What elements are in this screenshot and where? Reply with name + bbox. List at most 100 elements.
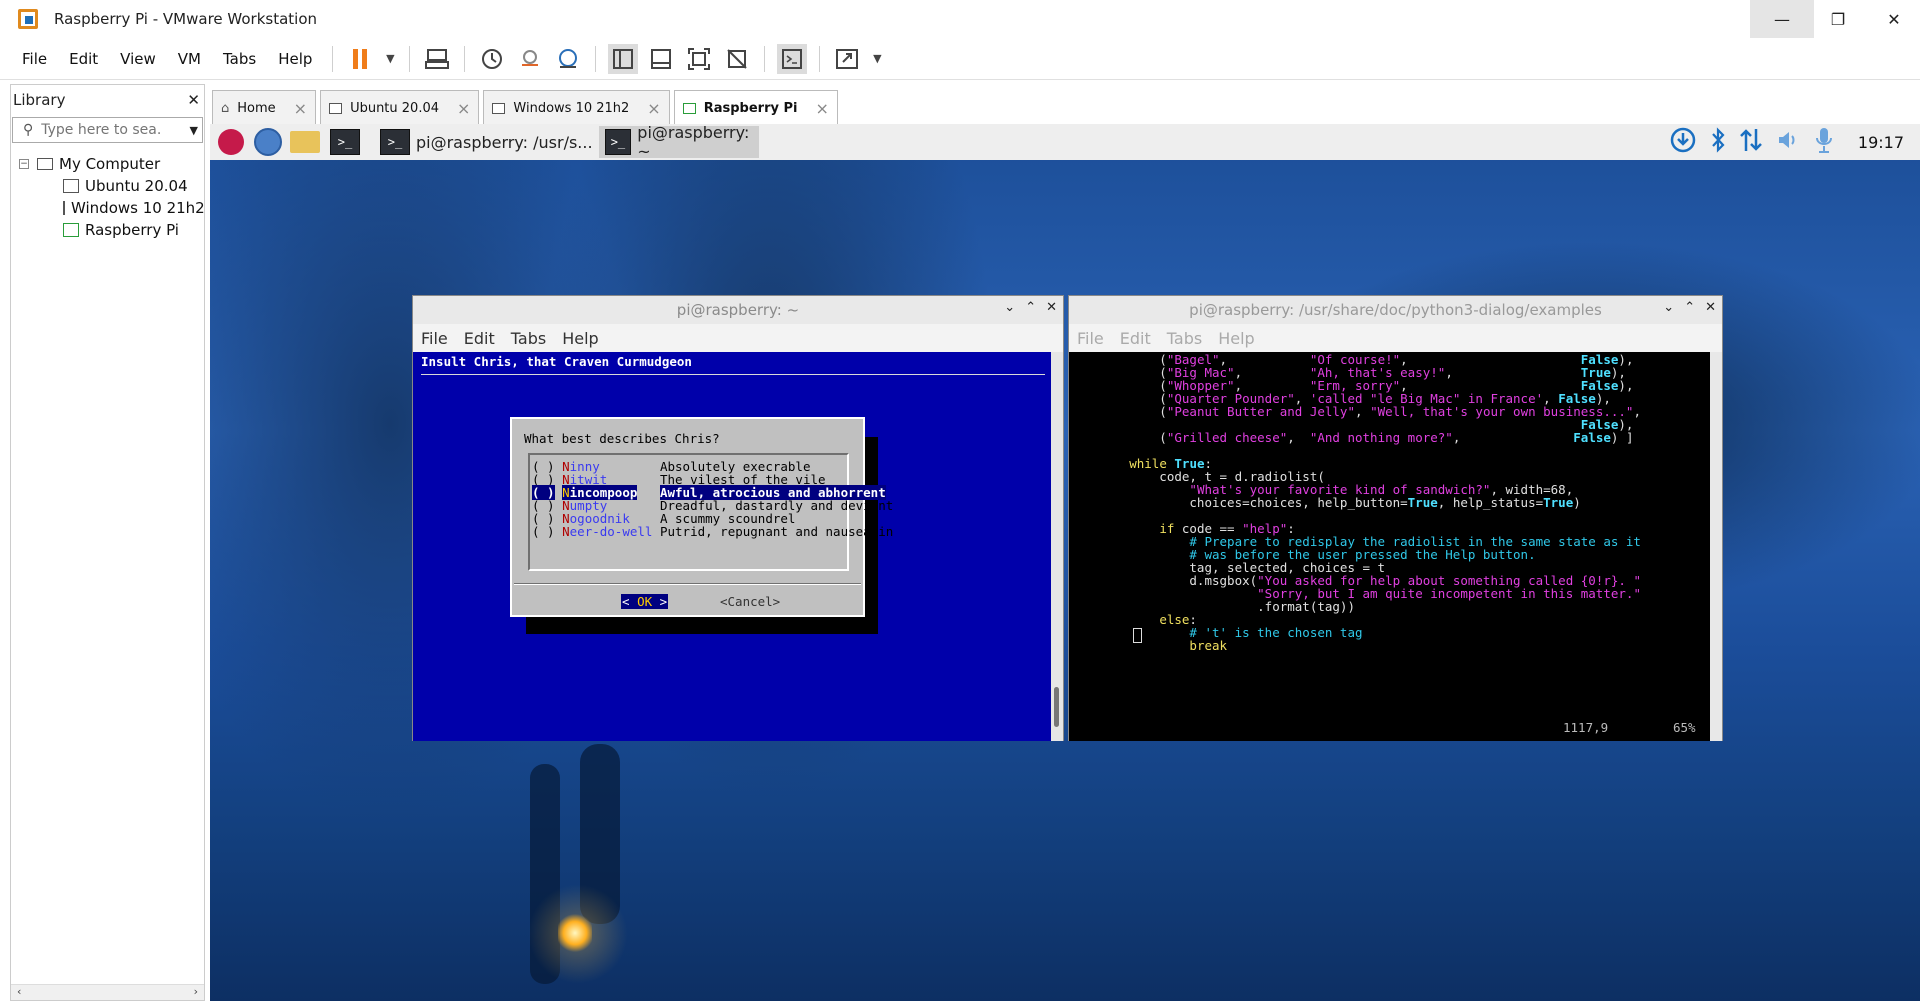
raspberry-menu-icon[interactable] [218, 129, 244, 155]
chevron-down-icon[interactable]: ▼ [190, 124, 198, 137]
menu-file[interactable]: File [1077, 329, 1104, 348]
menu-tabs[interactable]: Tabs [1167, 329, 1202, 348]
terminal-window-examples[interactable]: pi@raspberry: /usr/share/doc/python3-dia… [1068, 295, 1723, 741]
terminal-body[interactable]: Insult Chris, that Craven Curmudgeon Wha… [413, 352, 1053, 741]
restore-button[interactable]: ❐ [1806, 0, 1870, 38]
taskbar-window-home[interactable]: >_ pi@raspberry: ~ [598, 124, 759, 161]
menu-tabs[interactable]: Tabs [511, 329, 546, 348]
menu-file[interactable]: File [421, 329, 448, 348]
terminal-titlebar[interactable]: pi@raspberry: ~ ⌄ ⌃ ✕ [413, 296, 1063, 324]
close-icon[interactable]: × [457, 99, 470, 118]
vertical-scrollbar[interactable] [1051, 352, 1063, 741]
close-icon[interactable]: ✕ [1705, 300, 1716, 315]
cancel-button[interactable]: <Cancel> [720, 594, 780, 609]
pause-icon[interactable] [345, 44, 375, 74]
computer-icon [37, 158, 53, 170]
terminal-body[interactable]: 1117,9 65% ("Bagel", "Of course!", False… [1069, 352, 1711, 741]
divider [421, 374, 1045, 375]
menu-edit[interactable]: Edit [69, 50, 98, 68]
scrollbar-thumb[interactable] [1054, 687, 1059, 727]
terminal-menubar: File Edit Tabs Help [1069, 324, 1722, 352]
tab-windows[interactable]: Windows 10 21h2 × [483, 90, 670, 126]
close-button[interactable]: ✕ [1862, 0, 1920, 38]
tree-item-ubuntu[interactable]: Ubuntu 20.04 [11, 175, 204, 197]
bluetooth-icon[interactable] [1710, 126, 1726, 158]
console-view-icon[interactable] [777, 43, 808, 74]
lantern [558, 914, 592, 952]
thumbnail-bar-icon[interactable] [646, 44, 676, 74]
tab-label: Windows 10 21h2 [513, 101, 630, 116]
menu-edit[interactable]: Edit [464, 329, 495, 348]
ok-button[interactable]: < OK > [621, 594, 669, 609]
snapshot-manager-icon[interactable] [553, 44, 583, 74]
chevron-down-icon[interactable]: ▼ [383, 44, 397, 74]
chevron-down-icon[interactable]: ⌄ [1004, 300, 1015, 315]
window-titlebar: Raspberry Pi - VMware Workstation — ❐ ✕ [0, 0, 1920, 38]
code-line: choices=choices, help_button=True, help_… [1069, 495, 1581, 510]
dialog-backtitle: Insult Chris, that Craven Curmudgeon [421, 354, 692, 369]
tab-label: Ubuntu 20.04 [350, 101, 439, 116]
menu-help[interactable]: Help [278, 50, 312, 68]
download-icon[interactable] [1670, 127, 1696, 158]
tab-home[interactable]: ⌂ Home × [212, 90, 317, 126]
toolbar-separator [409, 45, 411, 72]
stretch-guest-icon[interactable] [832, 44, 862, 74]
radio-button[interactable]: ( ) [532, 524, 555, 539]
vm-icon [63, 201, 65, 215]
tree-item-my-computer[interactable]: − My Computer [11, 153, 204, 175]
unity-icon[interactable] [722, 44, 752, 74]
chevron-up-icon[interactable]: ⌃ [1684, 300, 1695, 315]
menu-help[interactable]: Help [1218, 329, 1254, 348]
revert-snapshot-icon[interactable] [515, 44, 545, 74]
radiolist-option[interactable]: ( ) Neer-do-well Putrid, repugnant and n… [532, 524, 893, 539]
tab-label: Raspberry Pi [703, 101, 798, 116]
tree-item-windows[interactable]: Windows 10 21h2 [11, 197, 204, 219]
close-icon[interactable]: ✕ [187, 91, 200, 109]
close-icon[interactable]: × [294, 99, 307, 118]
close-icon[interactable]: × [815, 99, 828, 118]
toolbar-separator [819, 45, 821, 72]
menu-edit[interactable]: Edit [1120, 329, 1151, 348]
menu-help[interactable]: Help [562, 329, 598, 348]
microphone-icon[interactable] [1814, 126, 1834, 159]
toolbar-separator [464, 45, 466, 72]
menu-file[interactable]: File [22, 50, 47, 68]
search-input[interactable] [41, 122, 162, 138]
tree-item-raspberry[interactable]: Raspberry Pi [11, 219, 204, 241]
tree-item-label: Raspberry Pi [85, 221, 179, 239]
window-title: Raspberry Pi - VMware Workstation [54, 10, 318, 28]
library-search[interactable]: ⚲ ▼ [12, 117, 203, 143]
volume-icon[interactable] [1776, 128, 1800, 157]
close-icon[interactable]: ✕ [1046, 300, 1057, 315]
chevron-down-icon[interactable]: ▼ [870, 44, 884, 74]
terminal-icon[interactable]: >_ [330, 129, 360, 155]
collapse-icon[interactable]: − [19, 159, 29, 169]
browser-icon[interactable] [254, 128, 282, 156]
full-screen-icon[interactable] [684, 44, 714, 74]
menu-view[interactable]: View [120, 50, 156, 68]
taskbar-window-examples[interactable]: >_ pi@raspberry: /usr/s... [374, 126, 599, 158]
menu-bar: File Edit View VM Tabs Help ▼ ▼ [0, 38, 1920, 80]
folder-icon[interactable] [290, 131, 320, 153]
tree-item-label: Windows 10 21h2 [71, 199, 204, 217]
network-icon[interactable] [1740, 127, 1762, 158]
terminal-titlebar[interactable]: pi@raspberry: /usr/share/doc/python3-dia… [1069, 296, 1722, 324]
vertical-scrollbar[interactable] [1710, 352, 1722, 741]
chevron-up-icon[interactable]: ⌃ [1025, 300, 1036, 315]
send-ctrl-alt-del-icon[interactable] [422, 44, 452, 74]
snapshot-icon[interactable] [477, 44, 507, 74]
toolbar-separator [764, 45, 766, 72]
terminal-window-home[interactable]: pi@raspberry: ~ ⌄ ⌃ ✕ File Edit Tabs Hel… [412, 295, 1064, 741]
chevron-left-icon[interactable]: ‹ [17, 985, 21, 998]
horizontal-scrollbar[interactable]: ‹ › [11, 984, 204, 1000]
minimize-button[interactable]: — [1750, 0, 1814, 38]
vim-scroll-percent: 65% [1673, 720, 1696, 735]
tab-raspberry[interactable]: Raspberry Pi × [673, 90, 838, 126]
close-icon[interactable]: × [647, 99, 660, 118]
menu-vm[interactable]: VM [178, 50, 201, 68]
chevron-down-icon[interactable]: ⌄ [1663, 300, 1674, 315]
chevron-right-icon[interactable]: › [194, 985, 198, 998]
menu-tabs[interactable]: Tabs [223, 50, 256, 68]
tab-ubuntu[interactable]: Ubuntu 20.04 × [320, 90, 480, 126]
show-library-icon[interactable] [608, 43, 639, 74]
